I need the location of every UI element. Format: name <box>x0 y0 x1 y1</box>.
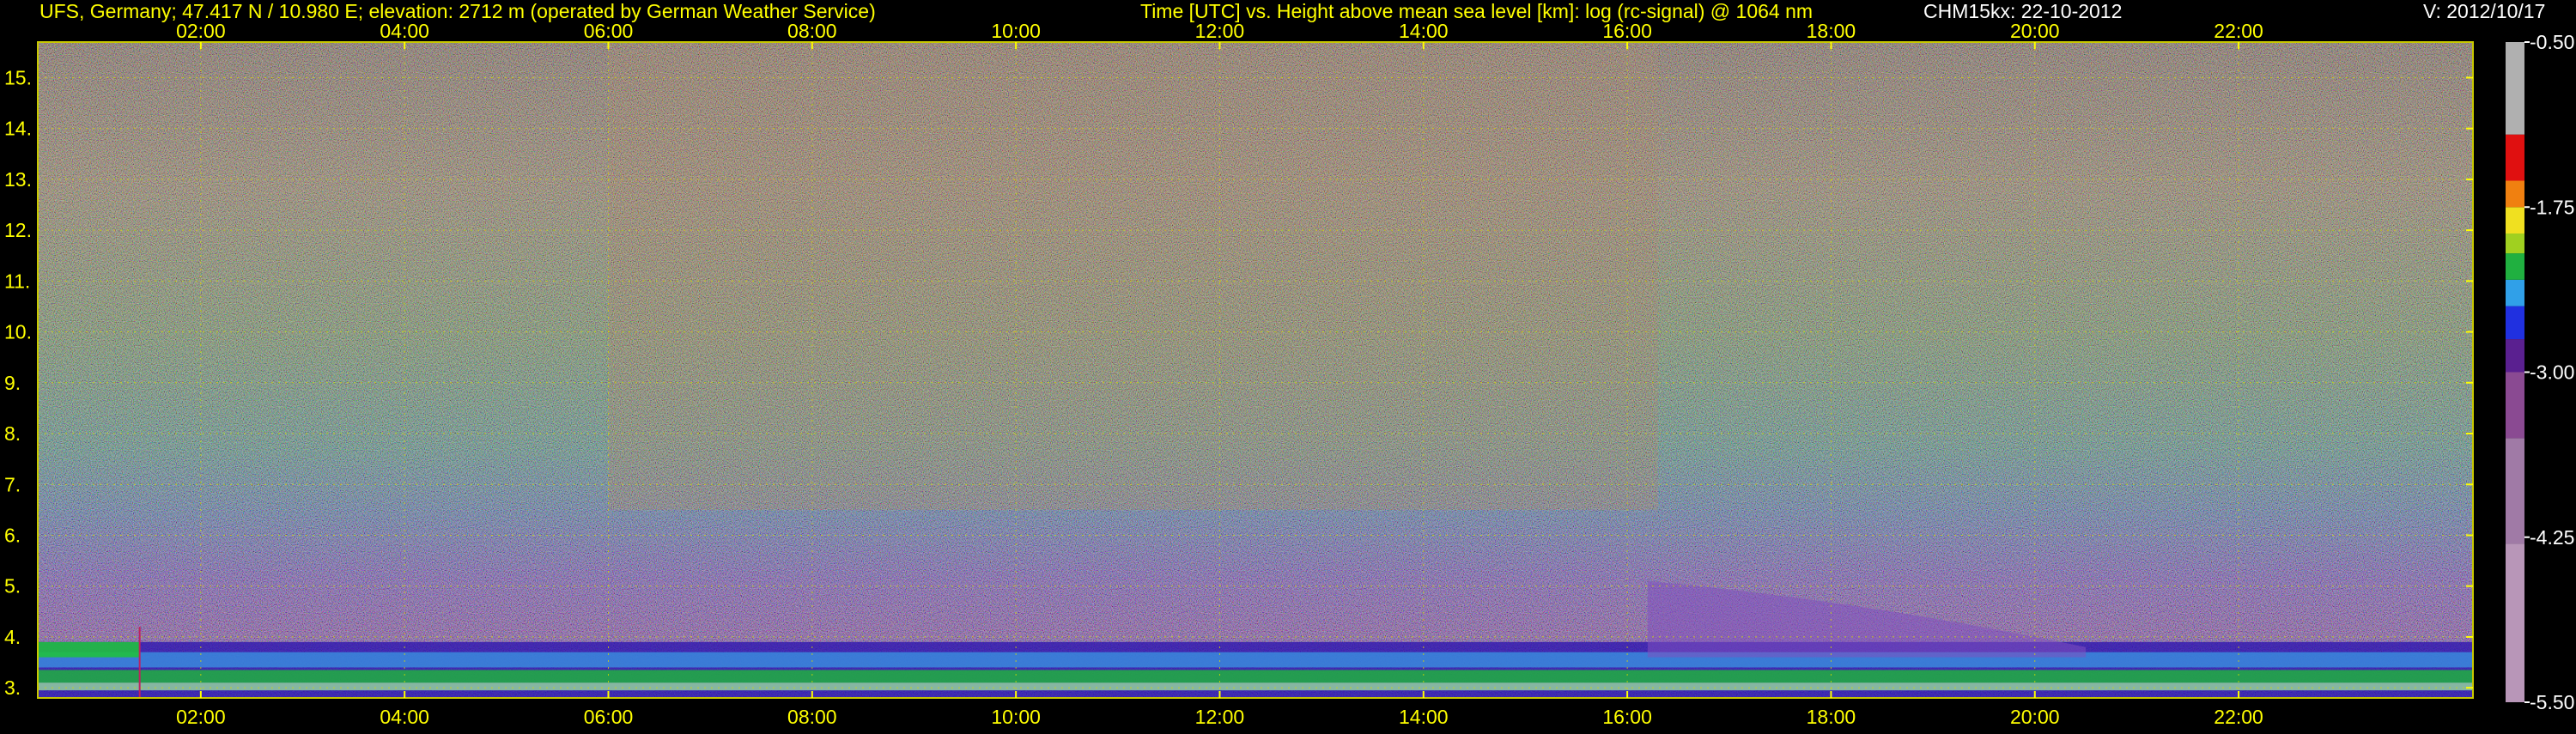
boundary-layer-surface <box>38 682 2473 691</box>
x-tick-label-bottom: 22:00 <box>2214 706 2263 728</box>
x-tick-label-bottom: 16:00 <box>1602 706 1652 728</box>
colorbar-segment <box>2506 134 2524 181</box>
x-tick-label-bottom: 18:00 <box>1807 706 1856 728</box>
x-tick-label-bottom: 08:00 <box>787 706 837 728</box>
y-tick-label: 14. <box>4 118 32 140</box>
colorbar-segment <box>2506 253 2524 280</box>
x-tick-label-top: 06:00 <box>584 20 634 42</box>
colorbar-segment <box>2506 234 2524 254</box>
colorbar-label: -4.25 <box>2530 526 2574 549</box>
x-tick-label-top: 04:00 <box>380 20 429 42</box>
x-tick-label-bottom: 14:00 <box>1399 706 1449 728</box>
x-tick-label-top: 18:00 <box>1807 20 1856 42</box>
y-tick-label: 9. <box>4 372 21 394</box>
colorbar-segment <box>2506 306 2524 340</box>
x-tick-label-top: 02:00 <box>176 20 226 42</box>
y-tick-label: 12. <box>4 219 32 241</box>
boundary-layer-upper <box>38 652 2473 668</box>
y-tick-label: 10. <box>4 321 32 343</box>
x-tick-label-bottom: 20:00 <box>2010 706 2060 728</box>
x-tick-label-top: 20:00 <box>2010 20 2060 42</box>
x-tick-label-top: 22:00 <box>2214 20 2263 42</box>
x-tick-label-top: 14:00 <box>1399 20 1449 42</box>
colorbar-segment <box>2506 180 2524 208</box>
x-tick-label-bottom: 06:00 <box>584 706 634 728</box>
colorbar-segment <box>2506 339 2524 373</box>
heatmap-noise <box>38 42 2473 698</box>
y-tick-label: 3. <box>4 676 21 699</box>
y-tick-label: 5. <box>4 575 21 598</box>
x-tick-label-bottom: 02:00 <box>176 706 226 728</box>
y-tick-label: 4. <box>4 626 21 648</box>
colorbar-segment <box>2506 42 2524 135</box>
colorbar-label: -0.50 <box>2530 31 2574 53</box>
colorbar-segment <box>2506 279 2524 306</box>
colorbar-label: -1.75 <box>2530 196 2574 218</box>
y-tick-label: 6. <box>4 524 21 546</box>
y-tick-label: 8. <box>4 422 21 445</box>
x-tick-label-top: 16:00 <box>1602 20 1652 42</box>
x-tick-label-top: 10:00 <box>991 20 1041 42</box>
colorbar-segment <box>2506 207 2524 234</box>
colorbar-segment <box>2506 372 2524 439</box>
colorbar-segment <box>2506 438 2524 544</box>
y-tick-label: 7. <box>4 473 21 495</box>
colorbar-label: -3.00 <box>2530 361 2574 384</box>
chart-svg: 02:00 02:00 04:00 04:00 06:00 06:00 08:00 08:00… <box>4 20 2574 728</box>
x-tick-label-bottom: 04:00 <box>380 706 429 728</box>
ceilometer-plot: 02:00 02:00 04:00 04:00 06:00 06:00 08:00 08:00… <box>0 0 2576 730</box>
colorbar-segment <box>2506 543 2524 702</box>
y-tick-label: 15. <box>4 66 32 88</box>
x-tick-label-top: 12:00 <box>1195 20 1245 42</box>
x-tick-label-top: 08:00 <box>787 20 837 42</box>
colorbar-label: -5.50 <box>2530 691 2574 713</box>
x-tick-label-bottom: 10:00 <box>991 706 1041 728</box>
x-tick-label-bottom: 12:00 <box>1195 706 1245 728</box>
early-green-layer <box>38 641 140 658</box>
y-tick-label: 11. <box>4 270 30 292</box>
y-tick-label: 13. <box>4 168 32 191</box>
